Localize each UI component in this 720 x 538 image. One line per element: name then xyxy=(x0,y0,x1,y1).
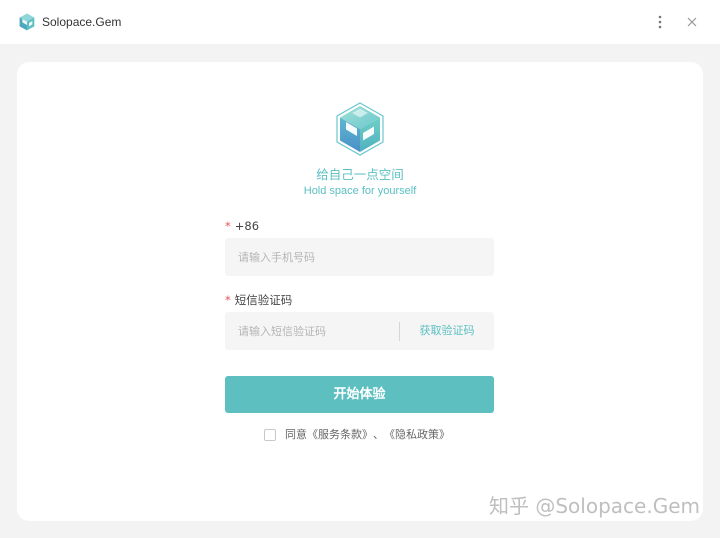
title-bar: Solopace.Gem xyxy=(0,0,720,44)
sms-code-label: * 短信验证码 xyxy=(225,293,292,307)
get-code-button[interactable]: 获取验证码 xyxy=(400,312,494,350)
app-logo-icon xyxy=(19,13,35,31)
start-button[interactable]: 开始体验 xyxy=(225,376,494,413)
phone-input-box xyxy=(225,238,494,276)
more-options-button[interactable] xyxy=(650,12,670,32)
required-mark: * xyxy=(225,293,231,307)
sms-code-label-text: 短信验证码 xyxy=(234,293,293,307)
more-vertical-icon xyxy=(658,15,662,29)
required-mark: * xyxy=(225,219,231,233)
close-icon xyxy=(687,17,697,27)
privacy-policy-link[interactable]: 《隐私政策》 xyxy=(384,428,450,442)
agreement-separator: 、 xyxy=(373,428,384,441)
agreement-row: 同意 《服务条款》 、 《隐私政策》 xyxy=(264,428,450,442)
slogan-chinese: 给自己一点空间 xyxy=(316,167,404,182)
service-terms-link[interactable]: 《服务条款》 xyxy=(307,428,373,442)
agreement-prefix: 同意 xyxy=(285,428,307,441)
close-button[interactable] xyxy=(682,12,702,32)
agreement-checkbox[interactable] xyxy=(264,429,276,441)
phone-label-text: +86 xyxy=(234,219,260,233)
phone-input[interactable] xyxy=(225,238,494,276)
app-title: Solopace.Gem xyxy=(42,15,122,29)
watermark: 知乎 @Solopace.Gem xyxy=(489,494,700,518)
slogan-english: Hold space for yourself xyxy=(303,185,417,197)
sms-code-input[interactable] xyxy=(225,312,398,350)
login-card: 给自己一点空间 Hold space for yourself *+86 *短信… xyxy=(17,62,703,521)
brand-logo-icon xyxy=(336,102,384,156)
phone-label: * +86 xyxy=(225,219,259,233)
sms-code-input-box: 获取验证码 xyxy=(225,312,494,350)
